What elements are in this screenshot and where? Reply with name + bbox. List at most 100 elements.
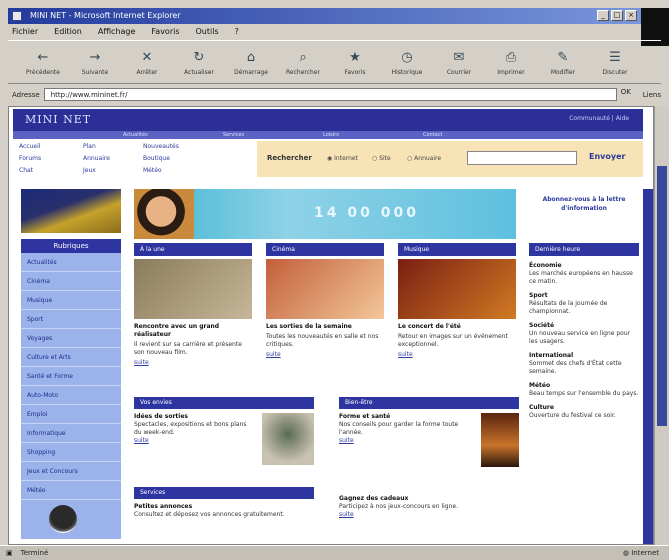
feature-more-link[interactable]: suite [134,437,256,445]
toolbar-button-back-arrow[interactable]: ← Précédente [22,49,64,76]
right-heading: Dernière heure [529,243,639,256]
toolbar-button-mail[interactable]: ✉ Courrier [438,49,480,76]
left-nav-item[interactable]: Actualités [21,253,121,272]
left-nav-item[interactable]: Météo [21,481,121,500]
toolbar-button-forward-arrow[interactable]: → Suivante [74,49,116,76]
stop-icon: ✕ [141,50,153,65]
story-image[interactable] [134,259,252,319]
minimize-button[interactable]: _ [597,10,609,21]
feature-box: Services Petites annonces Consultez et d… [134,487,314,519]
news-title[interactable]: Économie [529,262,639,270]
search-option-radio[interactable]: ◉ Internet [327,155,358,162]
nav-link[interactable]: Contact [423,132,442,138]
story-title[interactable]: Les sorties de la semaine [266,323,384,331]
left-nav-item[interactable]: Culture et Arts [21,348,121,367]
feature-more-link[interactable]: suite [339,511,519,519]
left-nav-item[interactable]: Cinéma [21,272,121,291]
top-link[interactable]: Jeux [83,167,96,174]
feature-title[interactable]: Gagnez des cadeaux [339,495,519,503]
menu-help[interactable]: ? [235,25,239,39]
menu-favorites[interactable]: Favoris [151,25,179,39]
toolbar-button-search[interactable]: ⌕ Rechercher [282,49,324,76]
feature-image[interactable] [262,413,314,465]
toolbar-button-history[interactable]: ◷ Historique [386,49,428,76]
toolbar-button-label: Arrêter [136,68,158,76]
close-button[interactable]: × [625,10,637,21]
site-logo[interactable]: MINI NET [25,113,91,126]
links-button[interactable]: Liens [643,91,661,99]
story-image[interactable] [266,259,384,319]
left-nav-item[interactable]: Emploi [21,405,121,424]
newsletter-promo[interactable]: Abonnez-vous à la lettre d'information [529,189,639,239]
left-nav-item[interactable]: Sport [21,310,121,329]
menu-edit[interactable]: Edition [54,25,82,39]
toolbar-button-home[interactable]: ⌂ Démarrage [230,49,272,76]
nav-link[interactable]: Services [223,132,244,138]
search-option-radio[interactable]: ○ Annuaire [407,155,441,162]
top-link[interactable]: Chat [19,167,33,174]
search-submit-button[interactable]: Envoyer [589,152,625,161]
story-column: À la une Rencontre avec un grand réalisa… [134,243,252,366]
top-link[interactable]: Météo [143,167,162,174]
search-input[interactable] [467,151,577,165]
feature-title[interactable]: Forme et santé [339,413,475,421]
toolbar-button-label: Discuter [602,68,628,76]
left-nav-item[interactable]: Auto-Moto [21,386,121,405]
feature-title[interactable]: Petites annonces [134,503,314,511]
story-body: Toutes les nouveautés en salle et nos cr… [266,333,379,348]
feature-title[interactable]: Idées de sorties [134,413,256,421]
home-icon: ⌂ [246,50,256,65]
nav-link[interactable]: Actualités [123,132,148,138]
news-title[interactable]: Sport [529,292,639,300]
top-link[interactable]: Boutique [143,155,170,162]
left-nav-item[interactable]: Voyages [21,329,121,348]
search-bar: Rechercher ◉ Internet ○ Site ○ Annuaire … [257,141,643,177]
toolbar-button-edit[interactable]: ✎ Modifier [542,49,584,76]
toolbar-button-discuss[interactable]: ☰ Discuter [594,49,636,76]
toolbar-button-refresh[interactable]: ↻ Actualiser [178,49,220,76]
top-link[interactable]: Forums [19,155,41,162]
browser-icon [12,11,22,21]
maximize-button[interactable]: □ [611,10,623,21]
toolbar-button-print[interactable]: ⎙ Imprimer [490,49,532,76]
story-image[interactable] [398,259,516,319]
toolbar-button-favorites[interactable]: ★ Favoris [334,49,376,76]
nav-link[interactable]: Loisirs [323,132,339,138]
menu-tools[interactable]: Outils [196,25,219,39]
left-nav: Rubriques Actualités Cinéma Musique Sport Vo… [21,239,121,539]
story-more-link[interactable]: suite [134,359,252,366]
top-link[interactable]: Accueil [19,143,40,150]
story-more-link[interactable]: suite [266,351,384,358]
page-viewport: MINI NET Communauté | Aide Actualités Se… [8,106,654,545]
header-links[interactable]: Communauté | Aide [569,115,629,122]
news-title[interactable]: International [529,352,639,360]
go-button[interactable]: OK [621,88,639,101]
news-title[interactable]: Culture [529,404,639,412]
scrollbar-thumb[interactable] [657,166,667,426]
left-nav-item[interactable]: Jeux et Concours [21,462,121,481]
search-option-radio[interactable]: ○ Site [372,155,391,162]
top-link[interactable]: Plan [83,143,96,150]
story-more-link[interactable]: suite [398,351,516,358]
news-title[interactable]: Société [529,322,639,330]
menu-file[interactable]: Fichier [12,25,38,39]
feature-more-link[interactable]: suite [339,437,475,445]
left-nav-item[interactable]: Informatique [21,424,121,443]
menu-view[interactable]: Affichage [98,25,136,39]
left-nav-item[interactable]: Shopping [21,443,121,462]
top-link[interactable]: Nouveautés [143,143,179,150]
ad-banner[interactable]: 14 00 000 [134,189,516,239]
address-input[interactable]: http://www.mininet.fr/ [43,88,617,101]
toolbar-button-label: Courrier [446,68,472,76]
left-nav-item[interactable]: Santé et Forme [21,367,121,386]
left-nav-item[interactable]: Musique [21,291,121,310]
feature-image[interactable] [481,413,519,467]
top-link[interactable]: Annuaire [83,155,110,162]
left-promo-image[interactable] [21,189,121,233]
story-title[interactable]: Rencontre avec un grand réalisateur [134,323,252,339]
story-title[interactable]: Le concert de l'été [398,323,516,331]
toolbar-button-stop[interactable]: ✕ Arrêter [126,49,168,76]
story-header: Musique [398,243,516,256]
news-title[interactable]: Météo [529,382,639,390]
vertical-scrollbar[interactable] [654,106,669,545]
